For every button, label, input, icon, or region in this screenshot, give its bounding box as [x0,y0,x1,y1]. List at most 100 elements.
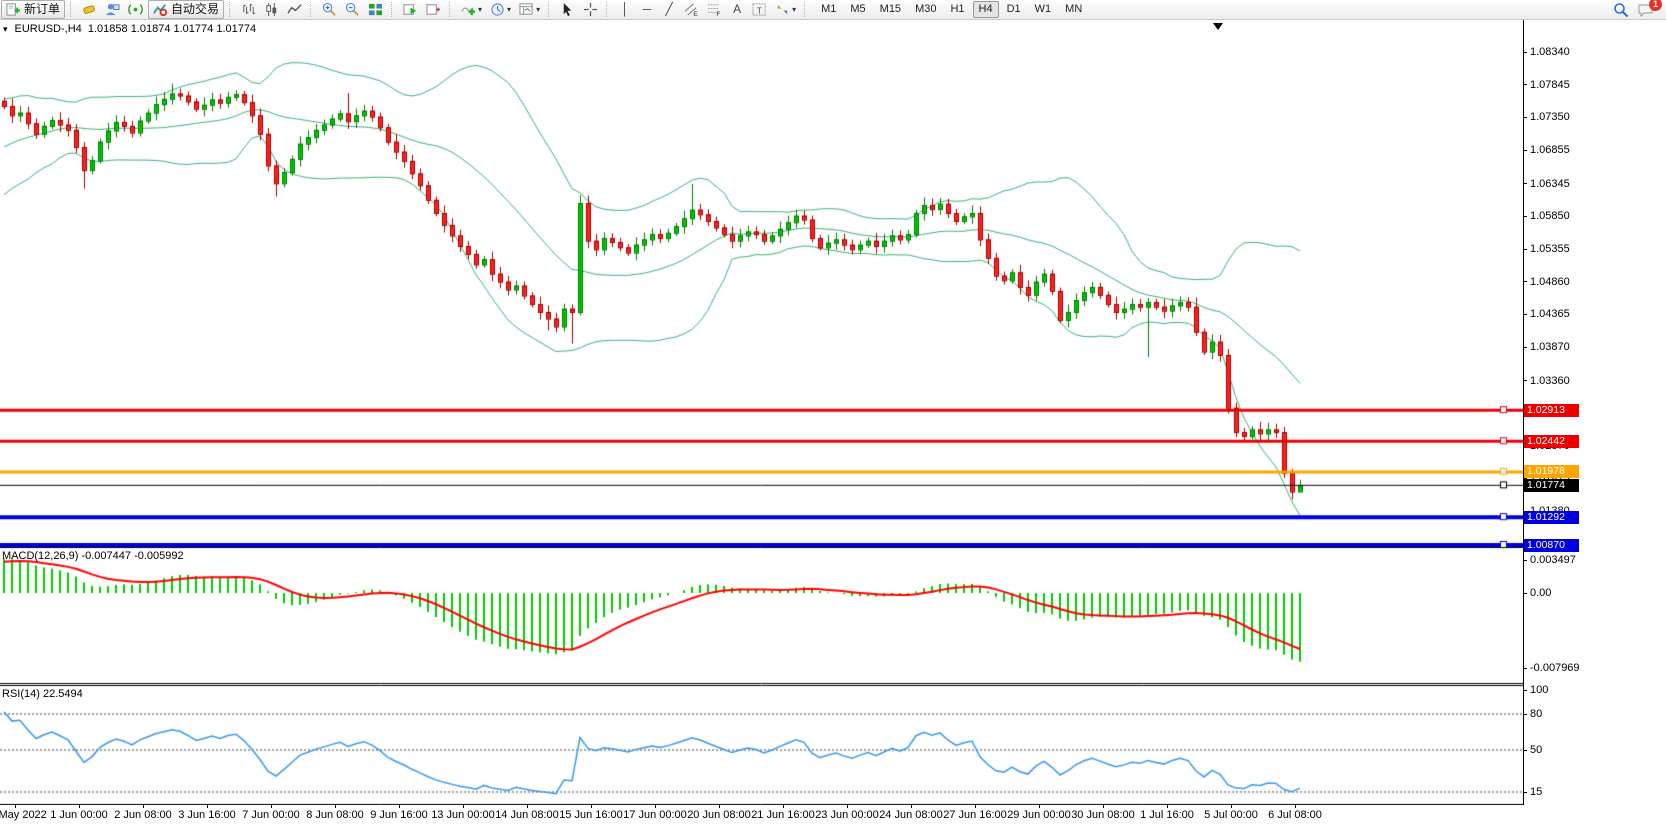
separator [391,2,396,17]
horizontal-line-icon: ─ [640,2,654,17]
line-chart-button[interactable] [284,0,305,19]
timeframe-group: M1M5M15M30H1H4D1W1MN [814,1,1089,18]
terminal-icon [105,2,120,17]
crosshair-button[interactable] [580,0,601,19]
new-order-button[interactable]: 新订单 [1,0,65,19]
auto-trading-button[interactable]: 自动交易 [148,0,224,19]
text-tool[interactable]: A [727,0,747,19]
rsi-tick-label: 100 [1530,684,1548,696]
toolbar-right: 1 [1609,0,1658,19]
time-tick-mark [975,805,976,808]
timeframe-d1[interactable]: D1 [1001,1,1027,18]
time-axis-label: 17 Jun 00:00 [623,809,687,821]
time-axis-label: 30 Jun 08:00 [1071,809,1135,821]
chart-shift-button[interactable] [423,0,444,19]
auto-trading-icon [153,2,168,17]
time-tick-mark [1103,805,1104,808]
price-axis-border [1523,20,1524,805]
auto-scroll-button[interactable] [400,0,421,19]
chart-shift-marker[interactable] [1213,23,1223,30]
price-line-chip: 1.02913 [1524,404,1579,417]
rsi-tick-label: 15 [1530,786,1542,798]
price-line-chip: 1.00870 [1524,539,1579,552]
macd-label: MACD(12,26,9) -0.007447 -0.005992 [2,550,184,562]
timeframe-h1[interactable]: H1 [944,1,970,18]
timeframe-m5[interactable]: M5 [844,1,871,18]
timeframe-mn[interactable]: MN [1059,1,1088,18]
add-indicator-icon [461,2,476,17]
chart-canvas[interactable] [0,20,1523,805]
price-tick-label: 1.03870 [1530,341,1570,353]
time-tick-mark [271,805,272,808]
price-tick-label: 1.06345 [1530,178,1570,190]
notifications-button[interactable]: 1 [1634,0,1657,19]
auto-scroll-icon [403,2,418,17]
separator [70,2,75,17]
period-button[interactable]: ▾ [487,0,514,19]
price-line-chip: 1.01774 [1524,479,1579,492]
time-axis-label: 15 Jun 16:00 [559,809,623,821]
cursor-button[interactable] [557,0,578,19]
price-tick-label: 1.00885 [1530,538,1570,550]
template-icon [519,2,534,17]
vertical-line-icon: │ [618,2,632,17]
vertical-line-tool[interactable]: │ [615,0,635,19]
rsi-tick-label: 80 [1530,708,1542,720]
price-tick-label: 1.07350 [1530,111,1570,123]
time-tick-mark [463,805,464,808]
time-tick-mark [1167,805,1168,808]
macd-tick-label: 0.00 [1530,587,1551,599]
time-tick-mark [783,805,784,808]
equidistant-channel-icon: E [684,2,699,17]
signal-button[interactable] [125,0,146,19]
template-button[interactable]: ▾ [516,0,543,19]
dropdown-caret: ▾ [792,5,796,14]
chart-menu-icon[interactable]: ▾ [3,24,8,35]
time-tick-mark [143,805,144,808]
time-tick-mark [655,805,656,808]
time-axis-label: 27 Jun 16:00 [943,809,1007,821]
toolbox-button[interactable] [79,0,100,19]
terminal-button[interactable] [102,0,123,19]
label-tool[interactable]: T [749,0,770,19]
separator [804,2,809,17]
timeframe-h4[interactable]: H4 [973,1,999,18]
dropdown-caret: ▾ [507,5,511,14]
time-tick-mark [527,805,528,808]
time-axis-label: 9 Jun 16:00 [370,809,428,821]
search-button[interactable] [1610,0,1632,19]
line-chart-icon [287,2,302,17]
zoom-out-button[interactable] [342,0,363,19]
time-axis-label: 8 Jun 08:00 [306,809,364,821]
time-tick-mark [1295,805,1296,808]
arrows-tool-icon [775,2,790,17]
bar-chart-button[interactable] [238,0,259,19]
zoom-in-button[interactable] [319,0,340,19]
crosshair-icon [583,2,598,17]
fibonacci-tool[interactable]: F [704,0,725,19]
timeframe-m1[interactable]: M1 [815,1,842,18]
timeframe-m15[interactable]: M15 [874,1,907,18]
trendline-tool[interactable]: ╱ [659,0,679,19]
time-tick-mark [335,805,336,808]
timeframe-w1[interactable]: W1 [1029,1,1058,18]
svg-text:E: E [693,11,698,17]
price-tick-label: 1.03360 [1530,375,1570,387]
candlestick-chart-button[interactable] [261,0,282,19]
tile-windows-button[interactable] [365,0,386,19]
horizontal-line-tool[interactable]: ─ [637,0,657,19]
price-tick-label: 1.08340 [1530,46,1570,58]
timeframe-m30[interactable]: M30 [909,1,942,18]
price-tick-label: 1.01875 [1530,473,1570,485]
time-axis-label: 3 Jun 16:00 [178,809,236,821]
time-axis-label: 2 Jun 08:00 [114,809,172,821]
label-tool-icon: T [752,2,767,17]
equidistant-channel-tool[interactable]: E [681,0,702,19]
arrows-tool[interactable]: ▾ [772,0,799,19]
time-axis-label: 7 Jun 00:00 [242,809,300,821]
time-axis-label: 1 Jul 16:00 [1140,809,1194,821]
separator [229,2,234,17]
add-indicator-button[interactable]: ▾ [458,0,485,19]
new-order-label: 新订单 [24,1,60,18]
time-tick-mark [399,805,400,808]
